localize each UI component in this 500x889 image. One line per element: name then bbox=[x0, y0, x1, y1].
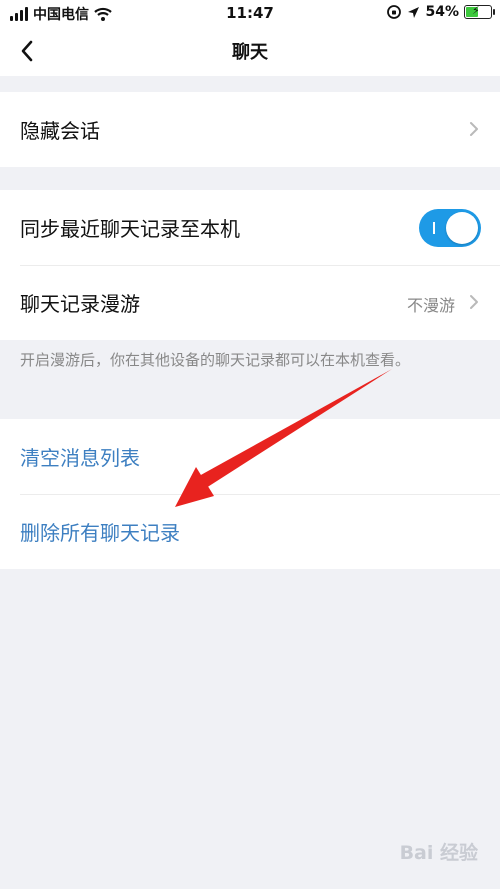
chevron-right-icon bbox=[470, 122, 478, 136]
chevron-right-icon bbox=[470, 295, 478, 309]
sync-recent-label: 同步最近聊天记录至本机 bbox=[20, 217, 240, 241]
delete-all-button[interactable]: 删除所有聊天记录 bbox=[20, 517, 180, 546]
hide-group: 隐藏会话 bbox=[0, 92, 500, 167]
sync-recent-row: 同步最近聊天记录至本机 bbox=[0, 190, 500, 265]
status-right: 54% ⚡ bbox=[386, 4, 495, 20]
location-icon bbox=[408, 6, 420, 18]
battery-percent: 54% bbox=[425, 4, 459, 20]
roaming-row[interactable]: 聊天记录漫游 不漫游 bbox=[0, 265, 500, 340]
orientation-lock-icon bbox=[387, 5, 402, 19]
clear-list-row[interactable]: 清空消息列表 bbox=[0, 419, 500, 494]
toggle-knob bbox=[446, 212, 478, 244]
sync-toggle[interactable] bbox=[419, 209, 481, 247]
battery-icon: ⚡ bbox=[464, 4, 495, 19]
page-title: 聊天 bbox=[232, 42, 268, 63]
clear-list-button[interactable]: 清空消息列表 bbox=[20, 442, 140, 471]
charging-icon: ⚡ bbox=[472, 4, 480, 17]
status-bar: 中国电信 11:47 54% ⚡ bbox=[0, 0, 500, 26]
hide-sessions-row[interactable]: 隐藏会话 bbox=[0, 92, 500, 167]
delete-all-row[interactable]: 删除所有聊天记录 bbox=[0, 494, 500, 569]
action-group: 清空消息列表 删除所有聊天记录 bbox=[0, 419, 500, 569]
watermark: Bai 经验 bbox=[399, 842, 478, 864]
roaming-value: 不漫游 bbox=[406, 296, 455, 315]
roaming-label: 聊天记录漫游 bbox=[20, 292, 140, 316]
toggle-on-indicator bbox=[433, 222, 435, 234]
nav-bar: 聊天 bbox=[0, 26, 500, 76]
sync-group: 同步最近聊天记录至本机 聊天记录漫游 不漫游 bbox=[0, 190, 500, 340]
roaming-note: 开启漫游后，你在其他设备的聊天记录都可以在本机查看。 bbox=[20, 351, 411, 369]
hide-sessions-label: 隐藏会话 bbox=[20, 119, 100, 143]
